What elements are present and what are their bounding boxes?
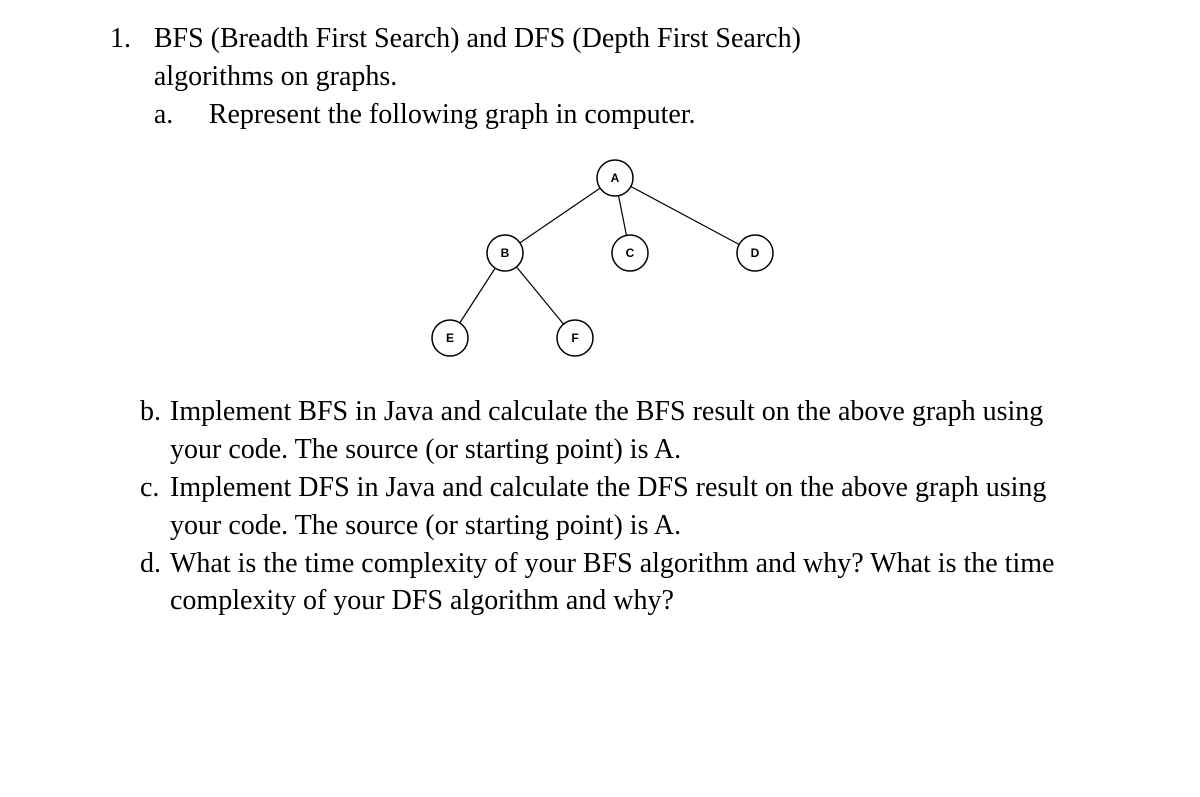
node-label-F: F bbox=[571, 331, 578, 345]
part-d-letter: d. bbox=[140, 545, 170, 621]
node-C: C bbox=[612, 235, 648, 271]
part-c-letter: c. bbox=[140, 469, 170, 545]
node-F: F bbox=[557, 320, 593, 356]
edge-B-F bbox=[516, 267, 563, 324]
node-B: B bbox=[487, 235, 523, 271]
node-label-C: C bbox=[626, 246, 635, 260]
graph-svg: A B C D E F bbox=[375, 148, 835, 378]
node-label-D: D bbox=[751, 246, 760, 260]
part-a: a. Represent the following graph in comp… bbox=[154, 96, 1100, 134]
question-main: 1. BFS (Breadth First Search) and DFS (D… bbox=[110, 20, 1100, 133]
node-A: A bbox=[597, 160, 633, 196]
question-title-line1: BFS (Breadth First Search) and DFS (Dept… bbox=[154, 23, 801, 54]
question-title-line2: algorithms on graphs. bbox=[154, 61, 397, 92]
node-E: E bbox=[432, 320, 468, 356]
node-label-E: E bbox=[446, 331, 454, 345]
edge-A-B bbox=[520, 189, 600, 244]
node-label-A: A bbox=[611, 171, 620, 185]
graph-diagram: A B C D E F bbox=[110, 133, 1100, 393]
node-D: D bbox=[737, 235, 773, 271]
node-label-B: B bbox=[501, 246, 510, 260]
part-b: b. Implement BFS in Java and calculate t… bbox=[110, 393, 1100, 469]
part-a-letter: a. bbox=[154, 96, 209, 134]
edge-A-D bbox=[631, 187, 739, 245]
question-number: 1. bbox=[110, 20, 154, 133]
part-c-text: Implement DFS in Java and calculate the … bbox=[170, 469, 1100, 545]
part-c: c. Implement DFS in Java and calculate t… bbox=[110, 469, 1100, 545]
part-b-letter: b. bbox=[140, 393, 170, 469]
part-d: d. What is the time complexity of your B… bbox=[110, 545, 1100, 621]
part-b-text: Implement BFS in Java and calculate the … bbox=[170, 393, 1100, 469]
edge-A-C bbox=[619, 196, 627, 236]
part-a-text: Represent the following graph in compute… bbox=[209, 96, 1100, 134]
question-title: BFS (Breadth First Search) and DFS (Dept… bbox=[154, 20, 1100, 133]
edge-B-E bbox=[460, 269, 495, 324]
part-d-text: What is the time complexity of your BFS … bbox=[170, 545, 1100, 621]
